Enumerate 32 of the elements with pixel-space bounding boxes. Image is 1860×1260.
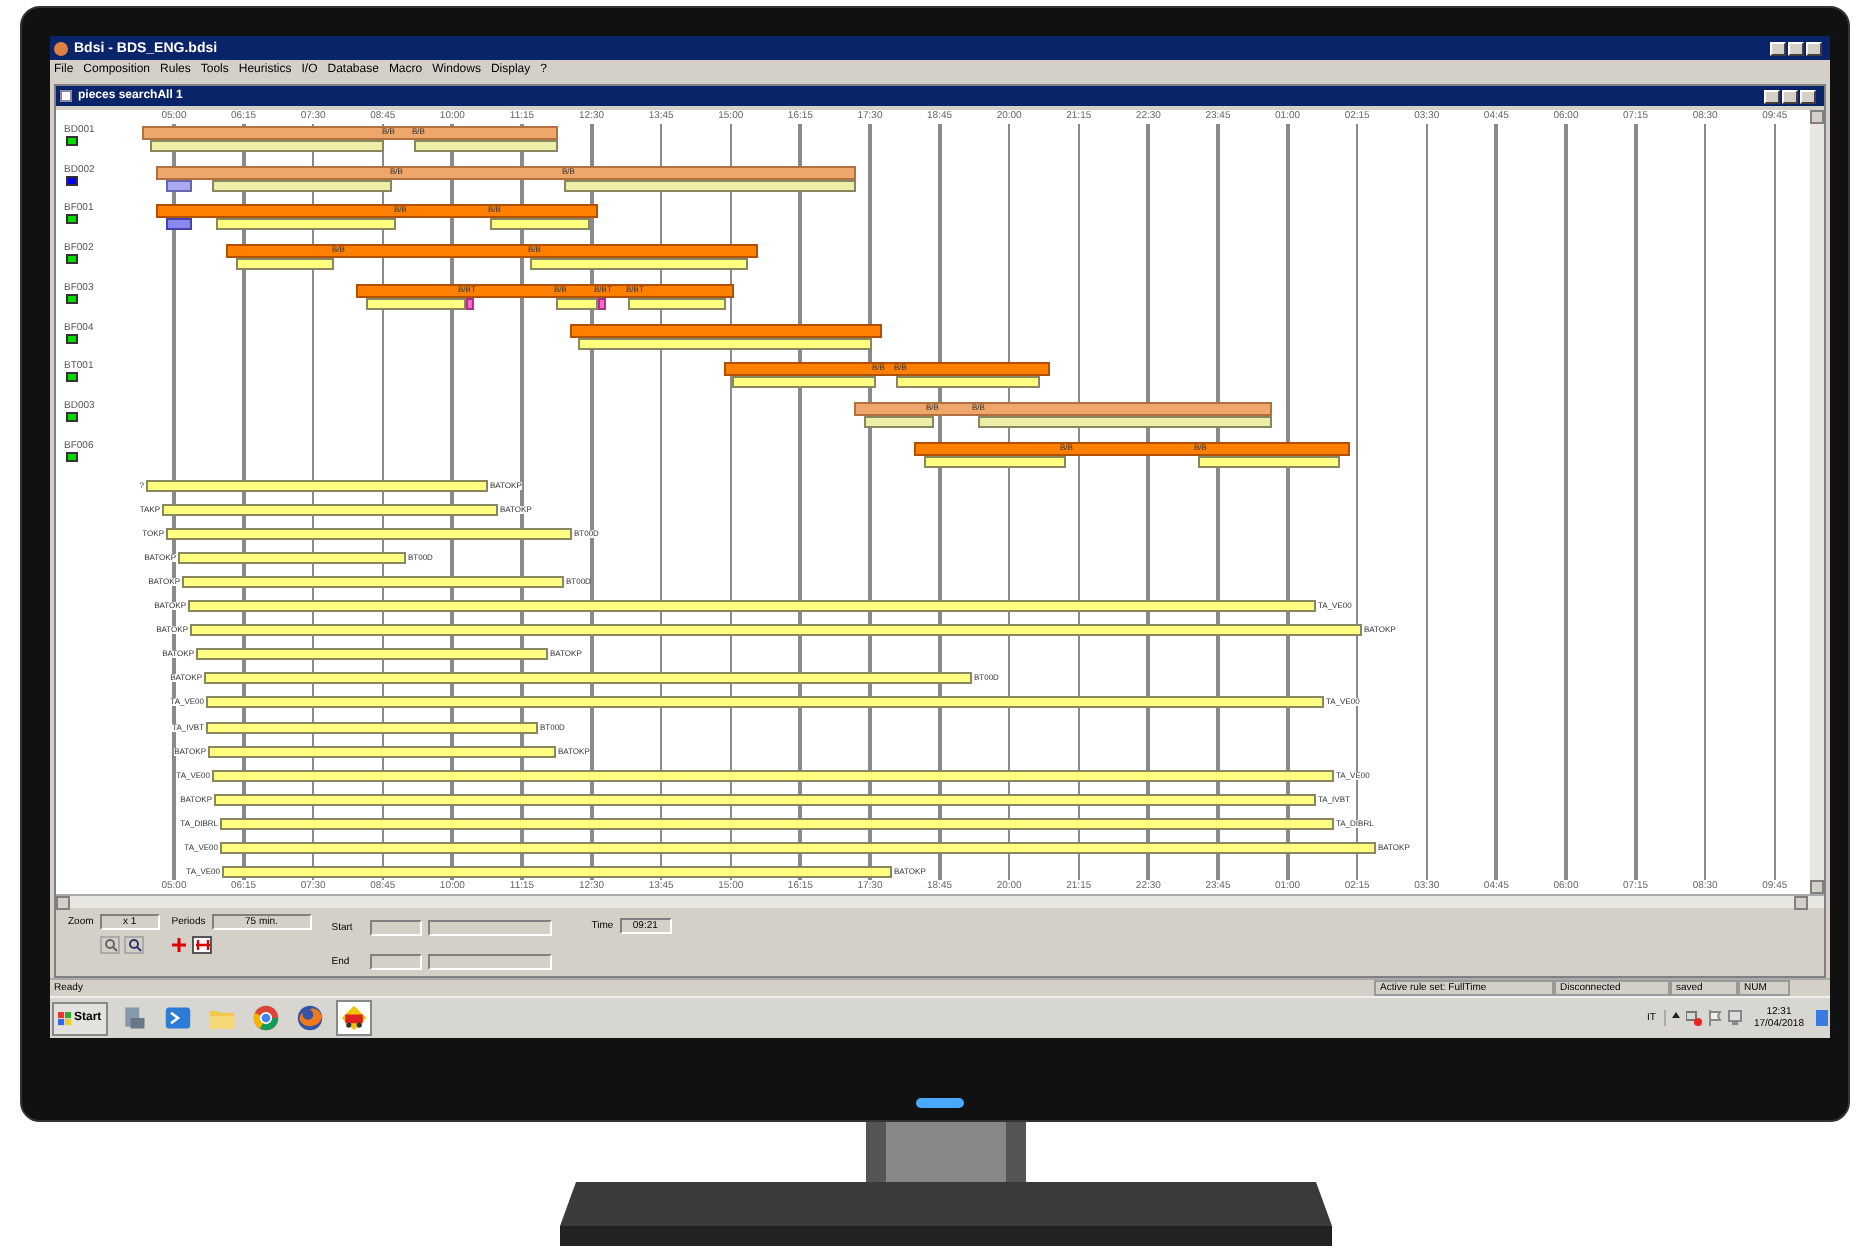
diamond-app-icon [339,1004,368,1032]
app-icon [54,41,68,55]
zoom-in-button[interactable] [100,936,120,954]
power-light-icon [916,1098,964,1108]
maximize-button[interactable] [1788,41,1804,55]
maximize-button[interactable] [1782,89,1798,103]
minimize-button[interactable] [1770,41,1786,55]
browser-circle-icon [251,1004,280,1032]
start-time-field[interactable] [427,920,552,936]
zoom-out-button[interactable] [124,936,144,954]
taskbar-app-button[interactable] [335,1000,372,1036]
end-date-field[interactable] [369,954,422,970]
arrow-up-icon[interactable] [1671,1012,1680,1024]
vertical-scrollbar[interactable] [1810,110,1824,894]
windows-logo-icon [58,1011,72,1025]
display-icon[interactable] [1727,1010,1742,1026]
terminal-icon [163,1004,192,1032]
end-time-field[interactable] [427,954,552,970]
fox-globe-icon [295,1004,324,1032]
document-icon [60,90,72,102]
start-date-field[interactable] [369,920,422,936]
shrink-button[interactable] [192,936,212,954]
scroll-right-button[interactable] [1794,896,1808,910]
flag-icon[interactable] [1707,1010,1722,1026]
server-icon [119,1004,148,1032]
minimize-button[interactable] [1764,89,1780,103]
close-button[interactable] [1800,89,1816,103]
close-button[interactable] [1806,41,1822,55]
scroll-left-button[interactable] [56,896,70,910]
scroll-down-button[interactable] [1810,880,1824,894]
scroll-up-button[interactable] [1810,110,1824,124]
horizontal-scrollbar[interactable] [56,894,1824,908]
